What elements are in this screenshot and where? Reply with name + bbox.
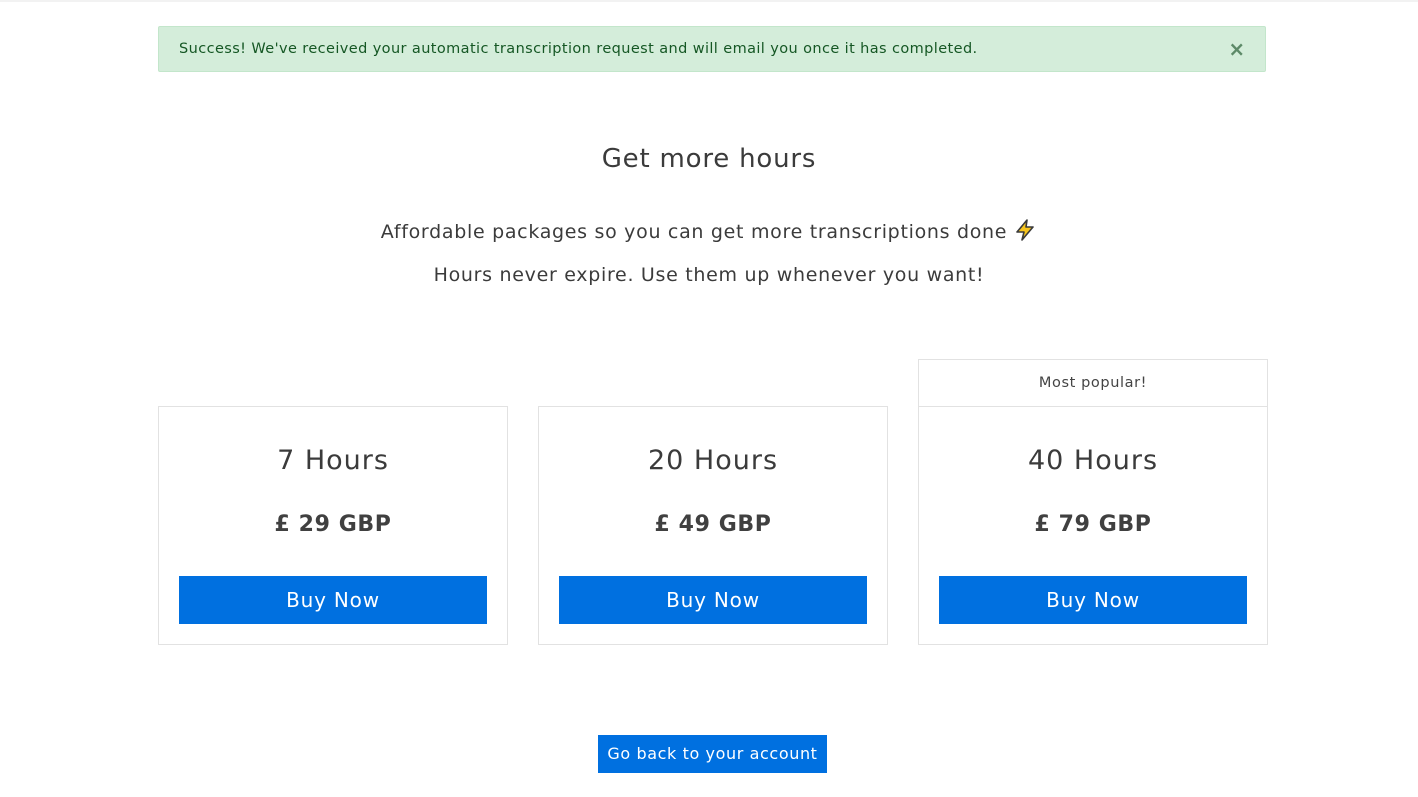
most-popular-badge: Most popular! — [918, 359, 1268, 407]
package-price: £ 29 GBP — [274, 512, 392, 537]
page-title: Get more hours — [601, 144, 817, 174]
subtitle-line-2: Hours never expire. Use them up whenever… — [433, 264, 985, 286]
package-card-40-hours: 40 Hours £ 79 GBP Buy Now — [918, 406, 1268, 645]
buy-now-button-7-hours[interactable]: Buy Now — [179, 576, 487, 624]
subtitle-text: Affordable packages so you can get more … — [380, 221, 1008, 243]
success-alert: Success! We've received your automatic t… — [158, 26, 1266, 72]
close-icon[interactable]: × — [1227, 38, 1247, 60]
lightning-bolt-icon — [1013, 218, 1037, 247]
alert-message: Success! We've received your automatic t… — [179, 41, 978, 57]
top-divider — [0, 0, 1418, 2]
back-to-account-button[interactable]: Go back to your account — [598, 735, 827, 773]
package-hours: 7 Hours — [277, 445, 389, 476]
buy-now-button-40-hours[interactable]: Buy Now — [939, 576, 1247, 624]
package-hours: 40 Hours — [1027, 445, 1159, 476]
package-card-20-hours: 20 Hours £ 49 GBP Buy Now — [538, 406, 888, 645]
subtitle-line-1: Affordable packages so you can get more … — [0, 218, 1418, 247]
package-price: £ 49 GBP — [654, 512, 772, 537]
package-price: £ 79 GBP — [1034, 512, 1152, 537]
buy-now-button-20-hours[interactable]: Buy Now — [559, 576, 867, 624]
package-hours: 20 Hours — [647, 445, 779, 476]
package-card-7-hours: 7 Hours £ 29 GBP Buy Now — [158, 406, 508, 645]
